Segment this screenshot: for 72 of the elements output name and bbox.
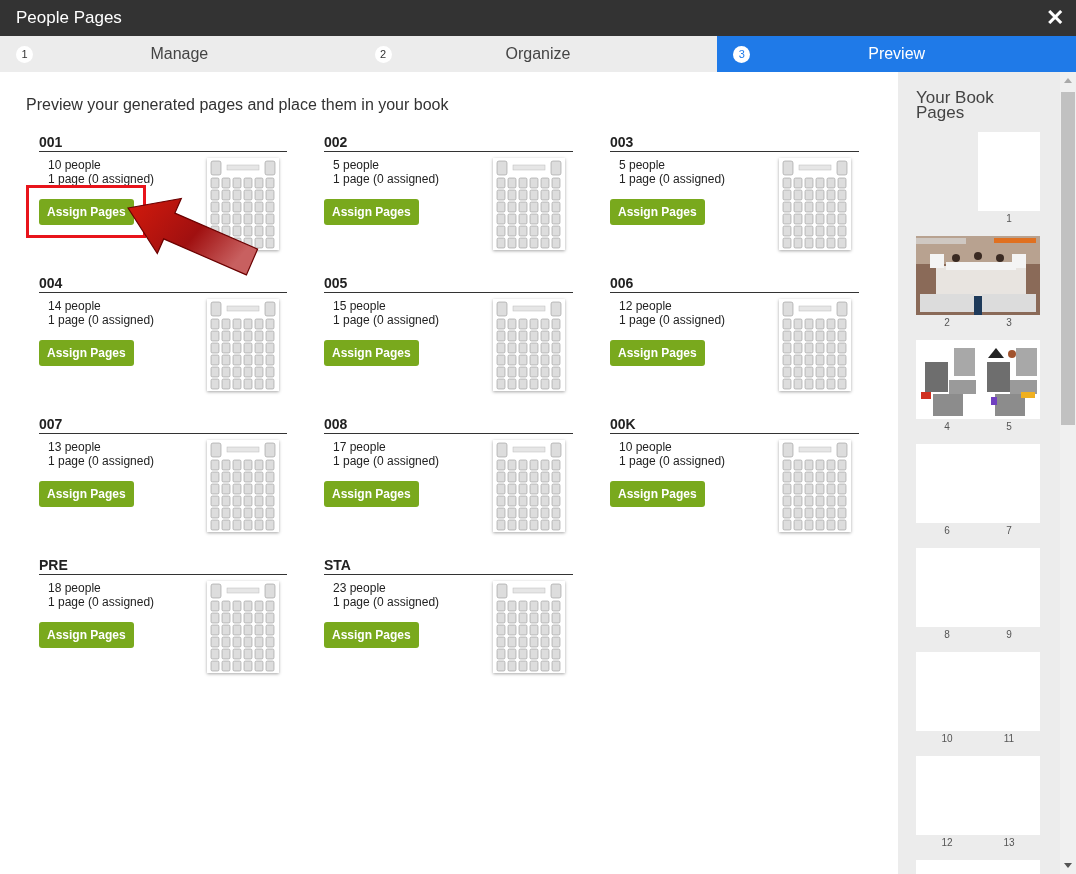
instruction-text: Preview your generated pages and place them in your book — [26, 96, 450, 114]
page-number: 4 — [943, 420, 951, 433]
page-number: 7 — [1005, 524, 1013, 537]
page-number: 3 — [1005, 316, 1013, 329]
page-count: 1 page (0 assigned) — [333, 313, 441, 327]
people-count: 14 people — [48, 299, 102, 313]
step-number: 3 — [733, 46, 751, 63]
page-count: 1 page (0 assigned) — [333, 595, 441, 609]
step-number: 1 — [16, 46, 33, 63]
page-count: 1 page (0 assigned) — [48, 313, 156, 327]
page-number: 6 — [943, 524, 951, 537]
people-count: 23 people — [333, 581, 387, 595]
scrollbar[interactable] — [1060, 72, 1076, 874]
group-heading: 002 — [324, 134, 573, 152]
page-count: 1 page (0 assigned) — [333, 172, 441, 186]
people-count: 12 people — [619, 299, 673, 313]
page-count: 1 page (0 assigned) — [619, 454, 727, 468]
assign-pages-button[interactable]: Assign Pages — [610, 481, 705, 507]
page-number: 12 — [940, 836, 954, 849]
group-heading: 006 — [610, 275, 859, 293]
people-count: 5 people — [619, 158, 667, 172]
group-heading: 001 — [39, 134, 287, 152]
page-count: 1 page (0 assigned) — [48, 595, 156, 609]
page-number: 11 — [1002, 732, 1016, 745]
group-heading: 007 — [39, 416, 287, 434]
group-heading: 005 — [324, 275, 573, 293]
page-number: 10 — [940, 732, 954, 745]
page-number: 5 — [1005, 420, 1013, 433]
page-number: 9 — [1005, 628, 1013, 641]
assign-pages-button[interactable]: Assign Pages — [324, 199, 419, 225]
people-count: 5 people — [333, 158, 381, 172]
step-tab[interactable]: 1 Manage — [0, 36, 359, 72]
assign-pages-button[interactable]: Assign Pages — [39, 481, 134, 507]
people-count: 10 people — [48, 158, 102, 172]
sidebar-title: Your Book Pages — [915, 87, 995, 120]
group-heading: 004 — [39, 275, 287, 293]
scroll-down-icon[interactable] — [1064, 863, 1072, 868]
group-heading: 00K — [610, 416, 859, 434]
group-heading: PRE — [39, 557, 287, 575]
page-number: 8 — [943, 628, 951, 641]
assign-pages-button[interactable]: Assign Pages — [324, 340, 419, 366]
page-count: 1 page (0 assigned) — [619, 313, 727, 327]
scroll-up-icon[interactable] — [1064, 78, 1072, 83]
people-count: 13 people — [48, 440, 102, 454]
people-count: 15 people — [333, 299, 387, 313]
people-count: 18 people — [48, 581, 102, 595]
people-count: 10 people — [619, 440, 673, 454]
people-count: 17 people — [333, 440, 387, 454]
assign-pages-button[interactable]: Assign Pages — [610, 340, 705, 366]
step-number: 2 — [374, 46, 392, 63]
page-number: 13 — [1002, 836, 1016, 849]
page-count: 1 page (0 assigned) — [48, 454, 156, 468]
assign-pages-button[interactable]: Assign Pages — [324, 481, 419, 507]
assign-pages-button[interactable]: Assign Pages — [324, 622, 419, 648]
close-button[interactable]: ✕ — [1046, 7, 1064, 29]
window-title: People Pages — [16, 7, 122, 30]
group-heading: 003 — [610, 134, 859, 152]
assign-pages-button[interactable]: Assign Pages — [39, 340, 134, 366]
assign-pages-button[interactable]: Assign Pages — [610, 199, 705, 225]
page-count: 1 page (0 assigned) — [333, 454, 441, 468]
assign-pages-button[interactable]: Assign Pages — [39, 199, 134, 225]
page-count: 1 page (0 assigned) — [619, 172, 727, 186]
page-number: 2 — [943, 316, 951, 329]
step-tab[interactable]: 3 Preview — [717, 36, 1076, 72]
group-heading: STA — [324, 557, 573, 575]
page-number: 1 — [1005, 212, 1013, 225]
assign-pages-button[interactable]: Assign Pages — [39, 622, 134, 648]
page-count: 1 page (0 assigned) — [48, 172, 156, 186]
group-heading: 008 — [324, 416, 573, 434]
step-tab[interactable]: 2 Organize — [358, 36, 718, 72]
arrow-icon — [127, 197, 259, 276]
scrollbar-thumb[interactable] — [1061, 92, 1075, 425]
